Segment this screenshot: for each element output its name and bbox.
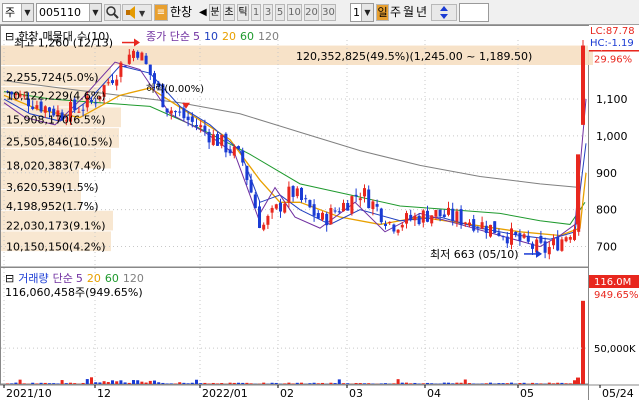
time-tick-label: 05/24 xyxy=(602,387,634,400)
volume-panel: ⊟ 거래량 단순 5 20 60 120 116,060,458주(949.65%) xyxy=(0,268,639,384)
lc-label: LC:87.78 xyxy=(588,26,639,38)
toolbar: 주 ▼ 005110 ▼ ▼ ≡ 한창 ◀ 분 초 틱 1 3 5 10 20 30 1 ▼ 일… xyxy=(0,0,639,25)
ma5-label: 5 xyxy=(192,30,200,43)
ma20-label: 20 xyxy=(221,30,236,43)
company-name: 한창 xyxy=(170,5,193,19)
period-day-button[interactable]: 일 xyxy=(376,4,389,21)
volume-total: 116,060,458주(949.65%) xyxy=(5,286,143,299)
market-select[interactable]: 주 ▼ xyxy=(2,3,34,22)
market-value: 주 xyxy=(5,6,16,19)
chart-kind-label: 매물대 xyxy=(42,30,73,43)
time-tick-label: 2021/10 xyxy=(6,387,52,400)
svg-text:▼: ▼ xyxy=(139,9,146,18)
ma-header: 종가 단순 5 10 20 60 120 xyxy=(146,28,283,44)
period-month-button[interactable]: 월 xyxy=(403,4,414,21)
period-button-5[interactable]: 5 xyxy=(275,4,285,21)
search-icon[interactable] xyxy=(104,4,121,21)
ma10-label: 10 xyxy=(203,30,218,43)
period-button-8[interactable]: 30 xyxy=(321,4,336,21)
price-panel: ⊟ 한창 매물대 수(10) 종가 단순 5 10 20 60 120 LC:87.78 HC:… xyxy=(0,25,639,265)
period-count-select[interactable]: 1 ▼ xyxy=(350,3,374,22)
stock-name-label: 한창 xyxy=(18,30,39,43)
stock-code-value: 005110 xyxy=(39,6,81,19)
price-panel-header: ⊟ 한창 매물대 수(10) xyxy=(5,28,114,44)
time-tick-label: 12 xyxy=(97,387,111,400)
period-button-4[interactable]: 3 xyxy=(263,4,273,21)
period-button-1[interactable]: 초 xyxy=(223,4,235,21)
stock-code-input[interactable]: 005110 ▼ xyxy=(36,3,102,22)
ma120-label: 120 xyxy=(257,30,279,43)
period-button-2[interactable]: 틱 xyxy=(237,4,249,21)
period-button-3[interactable]: 1 xyxy=(251,4,261,21)
time-tick-label: 05 xyxy=(520,387,534,400)
speaker-icon[interactable]: ▼ xyxy=(122,4,152,21)
chevron-down-icon: ▼ xyxy=(89,4,101,21)
chart-kind-count: 수(10) xyxy=(76,30,110,43)
time-tick-label: 04 xyxy=(427,387,441,400)
minus-icon[interactable]: ⊟ xyxy=(5,30,14,43)
extra-input[interactable] xyxy=(459,3,489,22)
ma-title: 종가 단순 xyxy=(146,30,190,43)
period-year-button[interactable]: 년 xyxy=(416,4,427,21)
time-tick-label: 02 xyxy=(280,387,294,400)
prev-arrow-icon[interactable]: ◀ xyxy=(199,4,207,21)
period-button-0[interactable]: 분 xyxy=(209,4,221,21)
ma60-label: 60 xyxy=(239,30,254,43)
period-count-value: 1 xyxy=(353,6,360,19)
company-info-icon[interactable]: ≡ xyxy=(154,4,168,21)
hc-label: HC:-1.19 xyxy=(588,38,639,50)
period-button-7[interactable]: 20 xyxy=(304,4,319,21)
sort-arrows-icon[interactable] xyxy=(431,4,457,21)
period-week-button[interactable]: 주 xyxy=(390,4,401,21)
time-tick-label: 2022/01 xyxy=(202,387,248,400)
chevron-down-icon: ▼ xyxy=(21,4,33,21)
time-tick-label: 03 xyxy=(349,387,363,400)
chevron-down-icon: ▼ xyxy=(361,4,373,21)
period-button-6[interactable]: 10 xyxy=(287,4,302,21)
